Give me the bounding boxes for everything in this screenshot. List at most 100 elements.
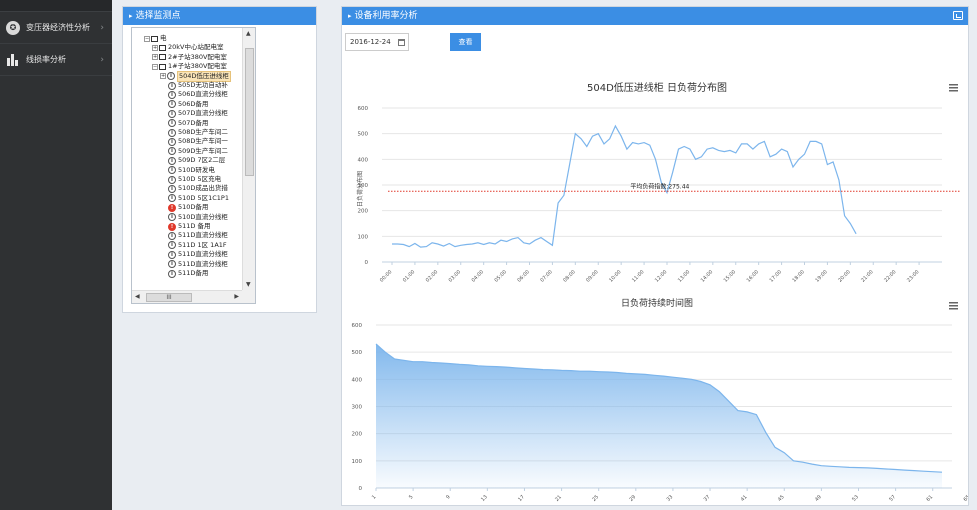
- x-tick-label: 25: [591, 494, 600, 503]
- scroll-right-icon[interactable]: ▶: [234, 293, 239, 300]
- bar-chart-icon: [6, 53, 20, 67]
- tree-node[interactable]: i 511D 1区 1A1F: [168, 241, 227, 250]
- folder-icon: [151, 35, 158, 42]
- collapse-icon[interactable]: −: [144, 35, 150, 42]
- tree-node-label: 506D直流分线柜: [178, 90, 228, 99]
- x-tick-label: 13:00: [677, 269, 691, 283]
- tree-node[interactable]: ! 511D 备用: [168, 222, 210, 231]
- tree-node[interactable]: i 511D直流分线柜: [168, 231, 228, 240]
- scroll-up-icon[interactable]: ▲: [246, 30, 251, 37]
- tree-node-label: 510D成品出货措: [178, 184, 228, 193]
- scrollbar-corner: [242, 290, 255, 303]
- tree-node-label: 510D备用: [178, 203, 209, 212]
- tree-node[interactable]: i 510D 5区1C1P1: [168, 194, 229, 203]
- scroll-left-icon[interactable]: ◀: [135, 293, 140, 300]
- tree-node[interactable]: ! 510D备用: [168, 203, 208, 212]
- tree-node[interactable]: i 508D生产车间二: [168, 128, 228, 137]
- x-tick-label: 61: [925, 494, 934, 503]
- tree-node[interactable]: i 510D成品出货措: [168, 184, 228, 193]
- expand-icon[interactable]: +: [152, 44, 158, 51]
- x-tick-label: 21:00: [860, 269, 874, 283]
- sidebar: ✪ 变压器经济性分析 › 线损率分析 ›: [0, 0, 112, 510]
- chart-menu-icon[interactable]: [949, 84, 958, 92]
- transformer-icon: ✪: [6, 20, 20, 35]
- tree-node[interactable]: i 509D生产车间二: [168, 147, 228, 156]
- x-tick-label: 5: [408, 494, 414, 500]
- folder-icon: [159, 44, 166, 51]
- expand-icon[interactable]: +: [152, 54, 158, 61]
- x-tick-label: 15:00: [723, 269, 737, 283]
- meter-icon: i: [168, 81, 176, 90]
- meter-icon: i: [168, 184, 176, 193]
- y-tick-label: 400: [352, 377, 363, 383]
- meter-icon: i: [168, 241, 176, 250]
- search-button[interactable]: 查看: [450, 33, 481, 51]
- y-axis-label: 日负荷分布图: [356, 171, 364, 207]
- tree-node-label: 509D生产车间二: [178, 146, 228, 155]
- load-line: [392, 124, 857, 248]
- tree-node[interactable]: i 511D备用: [168, 269, 208, 278]
- x-tick-label: 19:00: [814, 269, 828, 283]
- x-tick-label: 05:00: [494, 269, 508, 283]
- tree-node[interactable]: i 510D直流分线柜: [168, 213, 228, 222]
- tree-node-label: 511D直流分线柜: [178, 231, 228, 240]
- daily-load-chart: 504D低压进线柜 日负荷分布图 日负荷分布图 0 100 200 300 400 500…: [356, 81, 960, 284]
- tree-node-label: 506D备用: [178, 99, 209, 108]
- average-load-label: 平均负荷指数:275.44: [630, 182, 689, 190]
- meter-icon: i: [168, 166, 176, 175]
- y-tick-label: 200: [352, 432, 363, 438]
- x-tick-label: 08:00: [562, 269, 576, 283]
- tree-node[interactable]: i 510D 5区充电: [168, 175, 221, 184]
- tree-node[interactable]: i 506D备用: [168, 100, 208, 109]
- sidebar-item-line-loss[interactable]: 线损率分析 ›: [0, 44, 112, 76]
- horizontal-scrollbar[interactable]: ◀ III ▶: [132, 290, 242, 303]
- x-tick-label: 41: [740, 494, 749, 503]
- panel-title: 选择监测点: [135, 11, 181, 21]
- chart-menu-icon[interactable]: [949, 302, 958, 310]
- tree-node[interactable]: i 511D直流分线柜: [168, 250, 228, 259]
- vertical-scrollbar[interactable]: ▲ ▼: [242, 28, 255, 290]
- meter-icon: i: [168, 137, 176, 146]
- collapse-icon[interactable]: −: [152, 63, 158, 70]
- scrollbar-thumb[interactable]: III: [146, 293, 192, 302]
- sidebar-item-label: 变压器经济性分析: [26, 23, 90, 32]
- chart-icon[interactable]: [953, 11, 963, 20]
- tree-node[interactable]: i 511D直流分线柜: [168, 260, 228, 269]
- tree-node-label: 511D备用: [178, 269, 209, 277]
- meter-icon: i: [168, 250, 176, 259]
- meter-icon: i: [168, 119, 176, 128]
- tree-node-label: 20kV中心站配电室: [168, 43, 224, 52]
- x-tick-label: 18:00: [791, 269, 805, 283]
- tree-node[interactable]: i 507D直流分线柜: [168, 109, 228, 118]
- sidebar-topbar: [0, 0, 112, 12]
- scrollbar-thumb[interactable]: [245, 48, 254, 176]
- x-tick-label: 37: [703, 494, 712, 503]
- tree-node[interactable]: +20kV中心站配电室: [152, 43, 223, 52]
- tree-node-label: 511D 备用: [178, 222, 211, 230]
- tree-node[interactable]: + i 504D低压进线柜: [160, 70, 231, 82]
- tree-node[interactable]: − 电: [144, 34, 167, 43]
- x-tick-label: 11:00: [631, 269, 645, 283]
- tree-node[interactable]: i 510D研发电: [168, 166, 215, 175]
- meter-icon: i: [168, 156, 176, 165]
- duration-area: [376, 344, 942, 488]
- tree-node[interactable]: +2#子站380V配电室: [152, 53, 227, 62]
- tree-node[interactable]: i 507D备用: [168, 119, 208, 128]
- meter-icon: i: [168, 269, 176, 278]
- tree-node[interactable]: i 505D无功自动补: [168, 81, 228, 90]
- calendar-icon[interactable]: [398, 39, 405, 46]
- expand-icon[interactable]: +: [160, 73, 166, 80]
- y-tick-label: 100: [352, 459, 363, 465]
- scroll-down-icon[interactable]: ▼: [246, 281, 251, 288]
- tree-node-label: 511D 1区 1A1F: [178, 240, 227, 249]
- x-tick-label: 09:00: [585, 269, 599, 283]
- y-tick-label: 600: [358, 106, 369, 112]
- tree-node[interactable]: i 509D 7区2二层: [168, 156, 225, 165]
- sidebar-item-transformer-economy[interactable]: ✪ 变压器经济性分析 ›: [0, 12, 112, 44]
- tree-node[interactable]: i 508D生产车间一: [168, 137, 228, 146]
- tree-node-label: 507D直流分线柜: [178, 109, 228, 118]
- tree-node-label: 507D备用: [178, 118, 209, 127]
- tree-node-label: 510D 5区充电: [178, 175, 222, 183]
- tree-node-label: 504D低压进线柜: [177, 70, 231, 82]
- tree-node[interactable]: i 506D直流分线柜: [168, 90, 228, 99]
